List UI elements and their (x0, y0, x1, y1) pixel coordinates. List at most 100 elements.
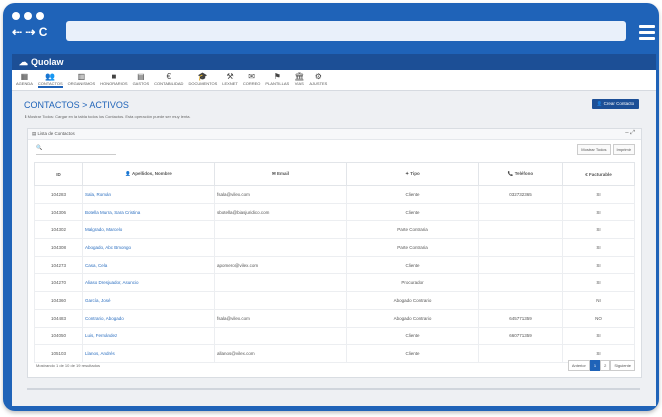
table-cell: SI (562, 238, 635, 257)
table-cell: 104360 (34, 291, 83, 310)
column-header[interactable]: 📞 Teléfono (478, 162, 563, 186)
browser-nav-icons[interactable]: ⇠ ⇢ C (12, 26, 47, 38)
table-row[interactable]: 104302 Malgrado, Marcelo Parte Contraria SI (34, 220, 635, 240)
menu-item-gastos[interactable]: ▤ GASTOS (133, 70, 150, 86)
contact-name-link[interactable]: Contrario, Abogado (82, 308, 215, 328)
bottom-divider (27, 388, 640, 390)
table-cell (214, 326, 347, 346)
column-header[interactable]: ✉ Email (214, 162, 347, 186)
table-cell (478, 220, 563, 240)
browser-chrome: ⇠ ⇢ C ☁ Quolaw ▦ AGENDA 👥 CONTACTOS ▥ ORGANIS… (3, 3, 659, 411)
table-cell: sbotella@biasjuridico.com (214, 202, 347, 222)
next-page-button[interactable]: Siguiente (610, 360, 635, 371)
menu-item-ajustes[interactable]: ⚙ AJUSTES (309, 70, 327, 86)
menu-item-label: DOCUMENTOS (188, 81, 218, 86)
table-cell: Parte Contraria (346, 220, 479, 240)
table-cell: Cliente (346, 344, 479, 363)
window-dot[interactable] (36, 12, 44, 20)
graduation-icon: 🎓 (197, 72, 208, 81)
menu-item-label: CONTACTOS (37, 81, 63, 86)
page-info-text: ℹ Mostrar Todos: Cargar en la tabla todo… (25, 114, 191, 119)
contact-name-link[interactable]: Botella Murra, Sara Cristina (82, 202, 215, 222)
app-logo-text: Quolaw (31, 57, 64, 67)
panel-controls[interactable]: – ⤢ (625, 130, 635, 137)
table-row[interactable]: 104273 Casa, Cela apomero@vilex.com Cliente… (34, 255, 635, 275)
contacts-icon: 👥 (45, 72, 56, 81)
menu-item-correo[interactable]: ✉ CORREO (243, 70, 261, 86)
table-cell: 660771359 (478, 326, 563, 346)
table-cell: 104483 (34, 308, 83, 328)
table-cell: SI (562, 273, 635, 293)
results-summary: Mostrando 1 de 10 de 19 resultados (36, 363, 101, 368)
menu-item-label: GASTOS (132, 81, 150, 86)
menu-item-documentos[interactable]: 🎓 DOCUMENTOS (188, 70, 217, 86)
window-dot[interactable] (12, 12, 20, 20)
table-cell (478, 344, 563, 363)
main-menu: ▦ AGENDA 👥 CONTACTOS ▥ ORGANISMOS ■ HONORARIOS ▤… (12, 70, 656, 91)
contact-name-link[interactable]: García, José (82, 291, 215, 310)
table-row[interactable]: 104050 Luis, Fernández Cliente 660771359 SI (34, 326, 635, 346)
contact-name-link[interactable]: Llanos, Andrés (82, 344, 215, 363)
menu-item-organismos[interactable]: ▥ ORGANISMOS (68, 70, 96, 86)
table-row[interactable]: 104308 Abogado, Abc Bmongo Parte Contraria… (34, 238, 635, 257)
menu-item-lexnet[interactable]: ⚒ LEXNET (222, 70, 238, 86)
table-row[interactable]: 104283 Sala, Román fsala@vilex.com Cliente 0… (34, 185, 635, 204)
menu-item-contabilidad[interactable]: € CONTABILIDAD (154, 70, 183, 86)
contacts-table: ID 👤 Apellidos, Nombre ✉ Email ✦ Tipo 📞 Telé… (34, 162, 635, 363)
table-cell: 104283 (34, 185, 83, 204)
table-row[interactable]: 104270 Aliaso Dresjuador, Asuncio Procurad… (34, 273, 635, 293)
table-cell (214, 238, 347, 257)
table-cell (478, 238, 563, 257)
table-cell: Cliente (346, 326, 479, 346)
table-cell: apomero@vilex.com (214, 255, 347, 275)
page-1-button[interactable]: 1 (589, 360, 601, 371)
cloud-logo-icon: ☁ (19, 56, 28, 67)
table-cell: NO (562, 308, 635, 328)
contact-name-link[interactable]: Sala, Román (82, 185, 215, 204)
gavel-icon: ⚒ (226, 72, 234, 81)
contact-name-link[interactable]: Casa, Cela (82, 255, 215, 275)
hamburger-menu-icon[interactable] (639, 25, 655, 43)
gears-icon: ⚙ (314, 72, 322, 81)
tag-icon: ⚑ (273, 72, 281, 81)
app-header: ☁ Quolaw (12, 54, 656, 70)
search-input[interactable]: 🔍 (36, 145, 116, 155)
table-row[interactable]: 104483 Contrario, Abogado fsala@vilex.com A… (34, 308, 635, 328)
table-row[interactable]: 104360 García, José Abogado Contrario NI (34, 291, 635, 310)
show-all-button[interactable]: Mostrar Todos (577, 144, 611, 155)
menu-item-plantillas[interactable]: ⚑ PLANTILLAS (265, 70, 289, 86)
column-header[interactable]: € Facturable (562, 162, 635, 186)
table-cell: 104273 (34, 255, 83, 275)
table-cell: SI (562, 326, 635, 346)
table-row[interactable]: 104306 Botella Murra, Sara Cristina sbotel… (34, 202, 635, 222)
print-button[interactable]: Imprimir (612, 144, 635, 155)
menu-item-label: AGENDA (16, 81, 33, 86)
contact-name-link[interactable]: Aliaso Dresjuador, Asuncio (82, 273, 215, 293)
menu-item-contactos[interactable]: 👥 CONTACTOS (37, 70, 63, 88)
table-cell: SI (562, 255, 635, 275)
table-cell: fsala@vilex.com (214, 308, 347, 328)
prev-page-button[interactable]: Anterior (567, 360, 590, 371)
page-2-button[interactable]: 2 (600, 360, 611, 371)
create-contact-button[interactable]: 👤 Crear Contacto (592, 99, 639, 109)
contact-name-link[interactable]: Luis, Fernández (82, 326, 215, 346)
column-header[interactable]: 👤 Apellidos, Nombre (82, 162, 215, 186)
contact-name-link[interactable]: Malgrado, Marcelo (82, 220, 215, 240)
table-cell: Cliente (346, 202, 479, 222)
menu-item-vias[interactable]: 🏛 VIAS (294, 70, 304, 86)
table-cell: SI (562, 202, 635, 222)
address-bar[interactable] (66, 21, 626, 41)
table-body: 104283 Sala, Román fsala@vilex.com Cliente 0… (34, 185, 635, 363)
window-dot[interactable] (24, 12, 32, 20)
contact-name-link[interactable]: Abogado, Abc Bmongo (82, 238, 215, 257)
table-cell (478, 291, 563, 310)
calendar-icon: ▦ (20, 72, 29, 81)
menu-item-agenda[interactable]: ▦ AGENDA (16, 70, 33, 86)
table-cell: SI (562, 220, 635, 240)
table-cell: 104308 (34, 238, 83, 257)
column-header[interactable]: ✦ Tipo (346, 162, 479, 186)
column-header[interactable]: ID (34, 162, 83, 186)
table-cell: NI (562, 291, 635, 310)
menu-item-honorarios[interactable]: ■ HONORARIOS (100, 70, 127, 86)
table-row[interactable]: 105103 Llanos, Andrés allanos@vilex.com Cli… (34, 344, 635, 363)
